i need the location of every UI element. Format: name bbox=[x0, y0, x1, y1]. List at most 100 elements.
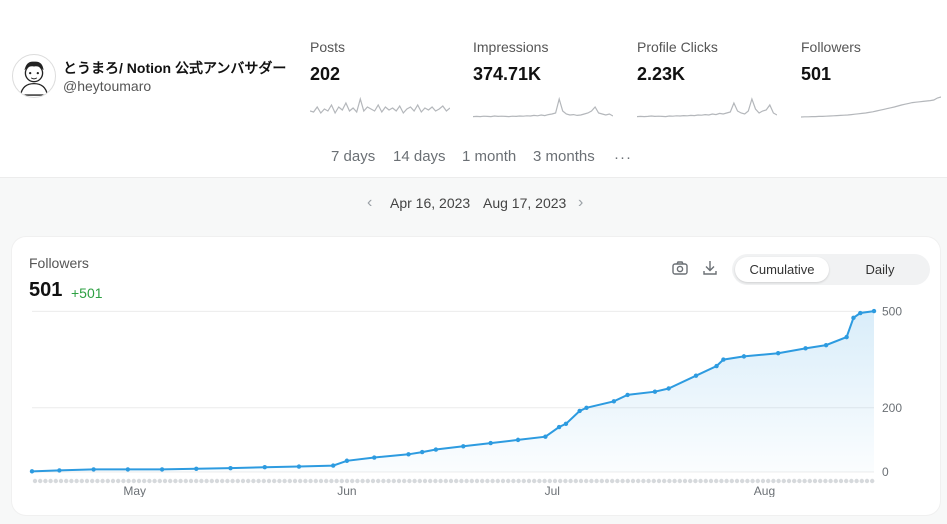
data-point[interactable] bbox=[741, 354, 747, 359]
axis-dot bbox=[698, 478, 703, 484]
data-point[interactable] bbox=[228, 465, 233, 471]
end-date[interactable]: Aug 17, 2023 bbox=[483, 195, 566, 211]
data-point[interactable] bbox=[433, 447, 439, 452]
axis-dot bbox=[370, 478, 376, 484]
axis-dot bbox=[844, 478, 849, 484]
camera-icon[interactable] bbox=[671, 259, 691, 279]
axis-dot bbox=[636, 478, 641, 484]
profile-clicks-sparkline bbox=[637, 97, 777, 118]
data-point[interactable] bbox=[29, 469, 35, 474]
data-point[interactable] bbox=[461, 444, 466, 449]
axis-dot bbox=[110, 478, 116, 484]
axis-dot bbox=[214, 478, 220, 484]
avatar[interactable] bbox=[12, 54, 56, 98]
start-date[interactable]: Apr 16, 2023 bbox=[390, 195, 470, 211]
data-point[interactable] bbox=[125, 467, 131, 472]
stat-profile-clicks[interactable]: Profile Clicks 2.23K bbox=[637, 39, 787, 118]
data-point[interactable] bbox=[721, 357, 726, 362]
toggle-daily[interactable]: Daily bbox=[833, 257, 927, 282]
data-point[interactable] bbox=[563, 421, 569, 427]
axis-dot bbox=[391, 478, 396, 484]
axis-dot bbox=[209, 478, 214, 484]
data-point[interactable] bbox=[611, 399, 617, 404]
axis-dot bbox=[381, 478, 386, 484]
axis-dot bbox=[719, 478, 724, 484]
range-7-days[interactable]: 7 days bbox=[331, 148, 375, 165]
data-point[interactable] bbox=[584, 405, 589, 410]
more-ranges-button[interactable]: ··· bbox=[614, 149, 632, 166]
data-point[interactable] bbox=[372, 455, 377, 460]
stat-followers[interactable]: Followers 501 bbox=[801, 39, 947, 118]
axis-dot bbox=[563, 478, 568, 484]
data-point[interactable] bbox=[625, 392, 630, 398]
data-point[interactable] bbox=[556, 424, 562, 430]
axis-dot bbox=[729, 478, 734, 484]
download-icon[interactable] bbox=[701, 259, 721, 279]
axis-dot bbox=[376, 478, 381, 484]
axis-dot bbox=[69, 478, 74, 484]
axis-dot bbox=[859, 478, 864, 484]
data-point[interactable] bbox=[851, 315, 856, 321]
data-point[interactable] bbox=[406, 452, 411, 457]
stat-value: 2.23K bbox=[637, 64, 686, 84]
range-1-month[interactable]: 1 month bbox=[462, 148, 516, 165]
axis-dot bbox=[131, 478, 136, 484]
data-point[interactable] bbox=[344, 458, 350, 463]
axis-dot bbox=[526, 478, 532, 484]
data-point[interactable] bbox=[666, 386, 671, 391]
axis-dot bbox=[157, 478, 162, 484]
axis-dot bbox=[849, 478, 854, 484]
axis-dot bbox=[854, 478, 859, 484]
stat-impressions[interactable]: Impressions 374.71K bbox=[473, 39, 623, 118]
axis-dot bbox=[396, 478, 402, 484]
axis-dot bbox=[433, 478, 438, 484]
axis-dot bbox=[329, 478, 334, 484]
axis-dot bbox=[630, 478, 636, 484]
data-point[interactable] bbox=[543, 434, 548, 439]
data-point[interactable] bbox=[858, 310, 863, 316]
axis-dot bbox=[714, 478, 719, 484]
axis-dot bbox=[261, 478, 266, 484]
axis-dot bbox=[199, 478, 204, 484]
data-point[interactable] bbox=[844, 334, 849, 340]
axis-dot bbox=[792, 478, 797, 484]
data-point[interactable] bbox=[159, 467, 165, 472]
axis-dot bbox=[667, 478, 672, 484]
data-point[interactable] bbox=[871, 308, 877, 314]
data-point[interactable] bbox=[262, 464, 267, 470]
axis-dot bbox=[454, 478, 459, 484]
stat-posts[interactable]: Posts 202 bbox=[310, 39, 460, 115]
data-point[interactable] bbox=[331, 463, 336, 468]
data-point[interactable] bbox=[577, 408, 582, 414]
data-point[interactable] bbox=[57, 468, 62, 473]
data-point[interactable] bbox=[419, 449, 425, 455]
range-14-days[interactable]: 14 days bbox=[393, 148, 446, 165]
chart-title: Followers bbox=[29, 255, 89, 271]
axis-dot bbox=[230, 478, 235, 484]
data-point[interactable] bbox=[488, 440, 493, 446]
range-3-months[interactable]: 3 months bbox=[533, 148, 595, 165]
toggle-cumulative[interactable]: Cumulative bbox=[735, 257, 829, 282]
x-tick-label: Jun bbox=[337, 484, 356, 497]
axis-dot bbox=[464, 478, 469, 484]
data-point[interactable] bbox=[823, 342, 829, 348]
y-tick-label: 0 bbox=[882, 465, 889, 479]
data-point[interactable] bbox=[714, 363, 719, 369]
profile[interactable]: とうまろ/ Notion 公式アンバサダー @heytoumaro bbox=[12, 54, 286, 98]
axis-dot bbox=[183, 478, 188, 484]
data-point[interactable] bbox=[515, 437, 521, 443]
prev-period-icon[interactable]: ‹ bbox=[367, 194, 372, 212]
data-point[interactable] bbox=[652, 389, 658, 394]
axis-dot bbox=[833, 478, 838, 484]
axis-dot bbox=[126, 478, 131, 484]
axis-dot bbox=[552, 478, 558, 484]
data-point[interactable] bbox=[91, 467, 96, 472]
data-point[interactable] bbox=[194, 466, 199, 471]
axis-dot bbox=[235, 478, 240, 484]
data-point[interactable] bbox=[803, 346, 808, 351]
data-point[interactable] bbox=[775, 350, 781, 356]
data-point[interactable] bbox=[296, 464, 302, 469]
axis-dot bbox=[490, 478, 495, 484]
next-period-icon[interactable]: › bbox=[578, 194, 583, 212]
data-point[interactable] bbox=[693, 373, 699, 378]
